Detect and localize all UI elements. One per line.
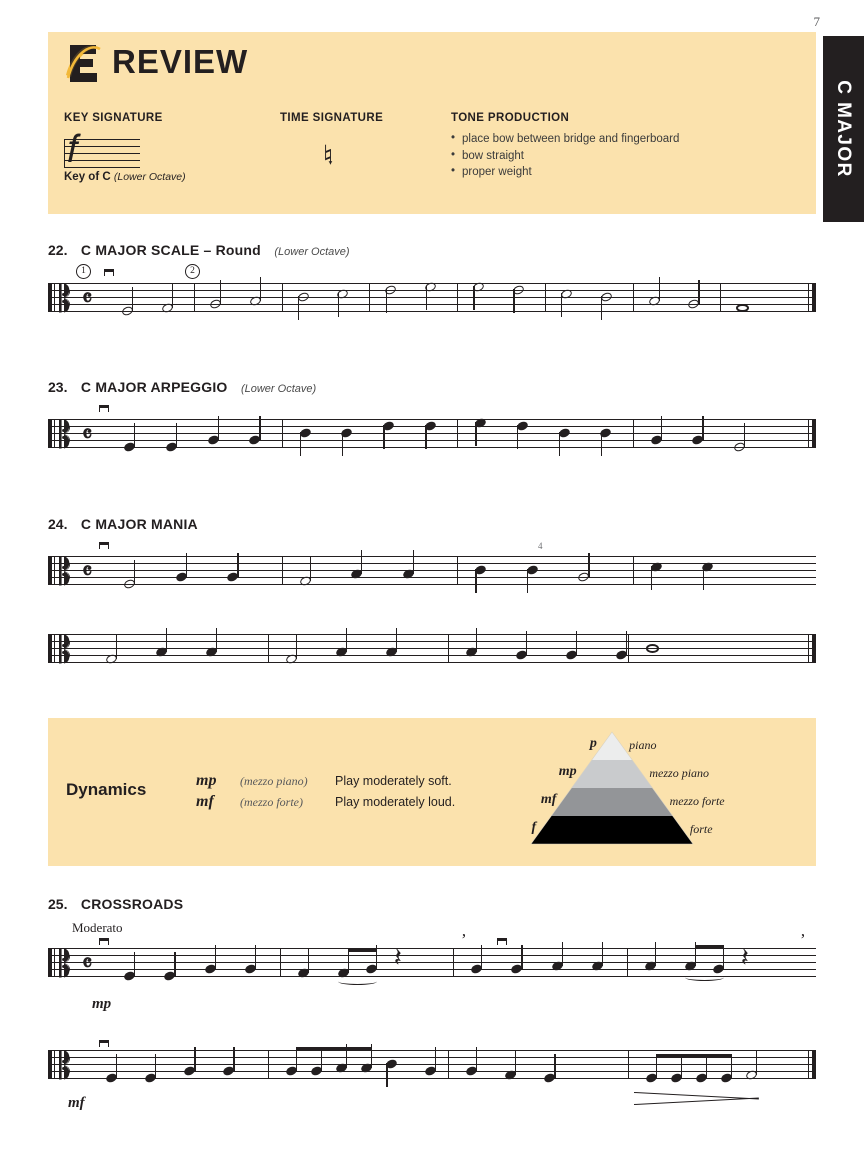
key-caption-italic: (Lower Octave) [113, 171, 186, 183]
list-item: proper weight [451, 163, 679, 181]
time-signature-heading: TIME SIGNATURE [280, 112, 384, 124]
breath-mark: ’ [800, 930, 806, 949]
down-bow-icon [99, 405, 109, 412]
alto-clef-icon [59, 283, 70, 313]
dynamic-term: (mezzo forte) [240, 795, 303, 809]
down-bow-icon [99, 542, 109, 549]
common-time-symbol: 𝄯 [324, 138, 333, 163]
alto-clef-icon [59, 1050, 70, 1080]
key-caption: Key of C (Lower Octave) [64, 171, 186, 183]
exercise-title: C MAJOR SCALE – Round [80, 242, 261, 258]
tone-production-list: place bow between bridge and fingerboard… [451, 130, 679, 181]
quarter-rest: 𝄽 [393, 943, 402, 972]
tone-production-heading: TONE PRODUCTION [451, 112, 570, 124]
exercise-22-system: 𝄴 [48, 276, 816, 323]
dynamics-pyramid: p piano mp mezzo piano mf mezzo forte f forte [527, 728, 725, 848]
crescendo-hairpin [633, 1092, 759, 1106]
pyramid-symbol: mp [558, 764, 577, 780]
chapter-side-tab: C MAJOR [823, 36, 864, 222]
chapter-side-tab-label: C MAJOR [833, 80, 855, 178]
beam [347, 948, 377, 953]
pyramid-level-name: mezzo piano [649, 766, 710, 781]
slur [684, 974, 724, 981]
e-logo-icon [64, 42, 102, 82]
dynamic-description: Play moderately loud. [335, 795, 456, 809]
quarter-rest: 𝄽 [740, 943, 749, 972]
dynamics-table: mp (mezzo piano) Play moderately soft. m… [196, 772, 455, 814]
exercise-title: CROSSROADS [80, 896, 184, 912]
key-signature-heading: KEY SIGNATURE [64, 112, 163, 124]
round-entry-2: 2 [185, 264, 200, 279]
page-number: 7 [813, 14, 821, 29]
exercise-25-system-2 [48, 1043, 816, 1090]
pyramid-level-name: forte [689, 822, 713, 837]
exercise-25-system-1: 𝄴 𝄽 𝄽 ’ ’ [48, 930, 816, 988]
exercise-24-system-1: 𝄴 [48, 549, 816, 596]
exercise-number: 25. [48, 896, 68, 912]
key-caption-bold: Key of C [64, 171, 111, 183]
review-title: REVIEW [112, 43, 249, 80]
dynamic-symbol: mf [196, 793, 214, 810]
exercise-25-header: 25. CROSSROADS [48, 896, 183, 914]
alto-clef-icon [59, 419, 70, 449]
breath-mark: ’ [461, 930, 467, 949]
exercise-number: 23. [48, 379, 68, 395]
exercise-23-header: 23. C MAJOR ARPEGGIO (Lower Octave) [48, 379, 316, 397]
pyramid-symbol: mf [540, 792, 557, 808]
table-row: mf (mezzo forte) Play moderately loud. [196, 793, 455, 814]
pyramid-level-name: piano [629, 738, 657, 753]
exercise-subtitle: (Lower Octave) [274, 246, 350, 258]
dynamic-mf-mark: mf [68, 1095, 85, 1111]
table-row: mp (mezzo piano) Play moderately soft. [196, 772, 455, 793]
alto-clef-icon [59, 948, 70, 978]
round-entry-1: 1 [76, 264, 91, 279]
common-time-symbol: 𝄴 [82, 422, 93, 447]
dynamic-mp-mark: mp [92, 996, 112, 1012]
exercise-23-system: 𝄴 [48, 416, 816, 459]
exercise-24-header: 24. C MAJOR MANIA [48, 516, 198, 534]
dynamic-term: (mezzo piano) [240, 774, 308, 788]
alto-clef-icon [59, 556, 70, 586]
beam [296, 1047, 372, 1051]
exercise-number: 24. [48, 516, 68, 532]
dynamic-symbol: mp [196, 772, 217, 789]
exercise-number: 22. [48, 242, 68, 258]
common-time-symbol: 𝄴 [82, 286, 93, 311]
beam [694, 945, 724, 949]
page-root: 7 C MAJOR REVIEW KEY SIGNATURE TIME SIGN… [0, 0, 864, 1152]
down-bow-icon [497, 938, 507, 945]
exercise-title: C MAJOR ARPEGGIO [80, 379, 228, 395]
exercise-subtitle: (Lower Octave) [240, 383, 317, 395]
exercise-22-header: 22. C MAJOR SCALE – Round (Lower Octave) [48, 242, 350, 260]
pyramid-symbol: p [589, 736, 597, 752]
list-item: place bow between bridge and fingerboard [451, 130, 679, 148]
slur [337, 978, 377, 985]
tempo-marking: Moderato [72, 920, 123, 935]
down-bow-icon [99, 938, 109, 945]
dynamic-description: Play moderately soft. [335, 774, 452, 788]
alto-clef-icon: 𝑓 [67, 128, 80, 171]
down-bow-icon [104, 269, 114, 276]
beam [656, 1054, 732, 1058]
dynamics-title: Dynamics [66, 780, 147, 799]
exercise-24-system-2 [48, 627, 816, 674]
alto-clef-icon [59, 634, 70, 664]
exercise-title: C MAJOR MANIA [80, 516, 198, 532]
list-item: bow straight [451, 147, 679, 165]
common-time-symbol: 𝄴 [82, 951, 93, 976]
down-bow-icon [99, 1040, 109, 1047]
review-header: REVIEW [64, 42, 248, 82]
pyramid-symbol: f [531, 820, 537, 836]
pyramid-level-name: mezzo forte [669, 794, 725, 809]
measure-number: 4 [538, 541, 543, 551]
common-time-symbol: 𝄴 [82, 559, 93, 584]
